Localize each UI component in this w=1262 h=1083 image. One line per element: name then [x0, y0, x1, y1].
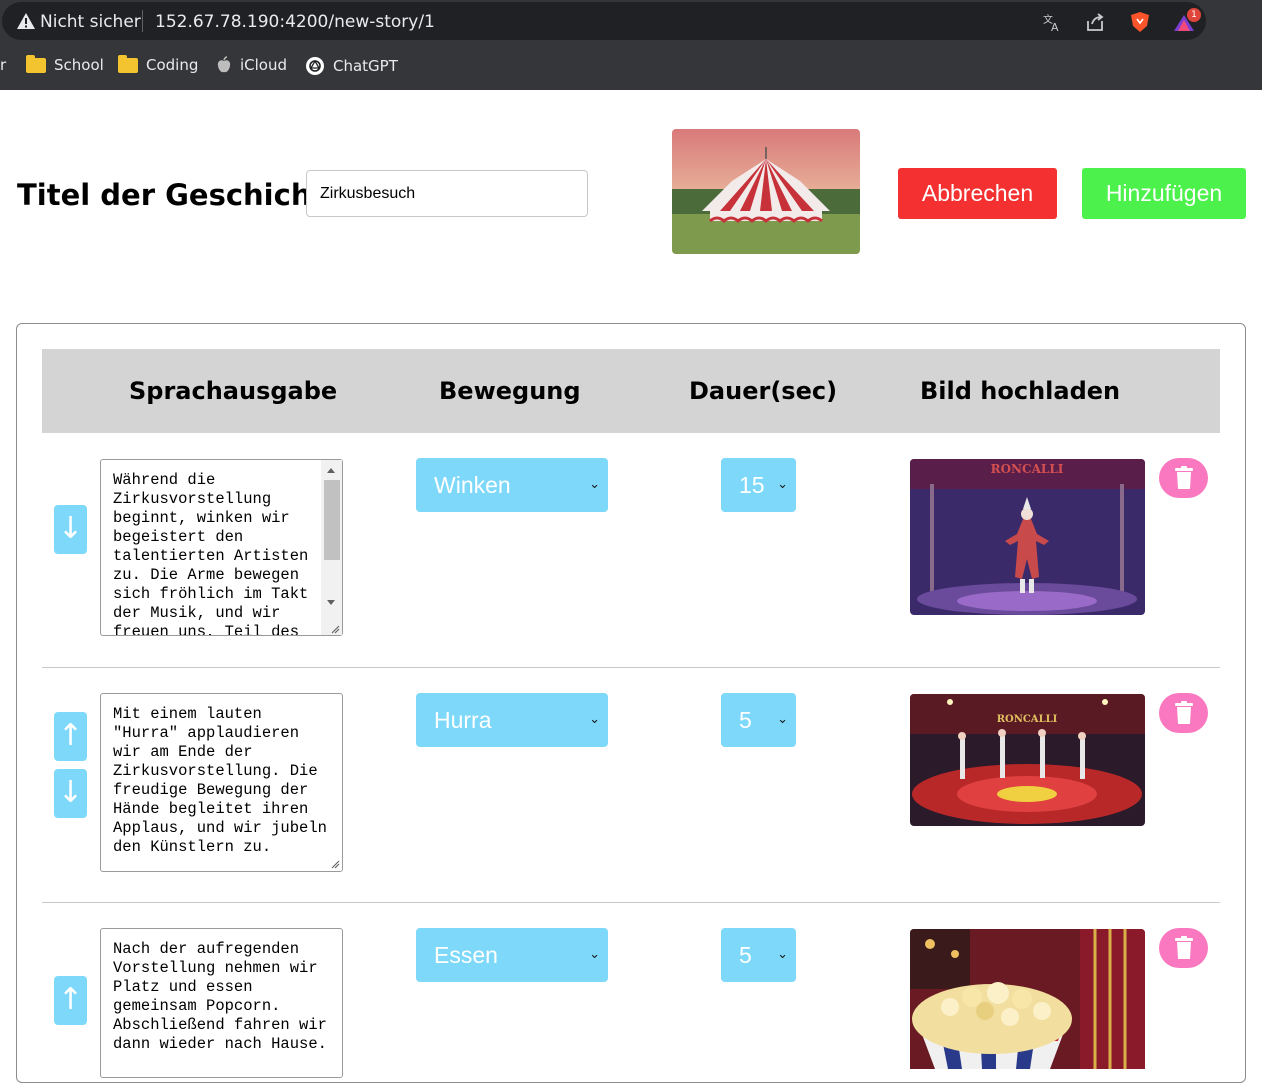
chatgpt-icon [306, 57, 324, 75]
bookmark-chatgpt[interactable]: ChatGPT [305, 56, 398, 76]
move-up-button[interactable]: ↑ [54, 976, 87, 1025]
address-bar[interactable]: Nicht sicher 152.67.78.190:4200/new-stor… [2, 2, 1206, 40]
textarea-scrollbar[interactable] [321, 460, 342, 635]
delete-row-button[interactable] [1159, 458, 1208, 498]
column-header-image: Bild hochladen [920, 377, 1121, 405]
scroll-down-arrow[interactable] [327, 600, 335, 605]
trash-icon [1174, 701, 1193, 724]
speech-textarea[interactable]: Nach der aufregenden Vorstellung nehmen … [100, 928, 343, 1078]
delete-row-button[interactable] [1159, 928, 1208, 968]
column-header-speech: Sprachausgabe [129, 377, 338, 405]
speech-textarea[interactable]: Mit einem lauten "Hurra" applaudieren wi… [100, 693, 343, 872]
add-button[interactable]: Hinzufügen [1082, 168, 1246, 219]
row-image-clown[interactable]: RONCALLI [910, 459, 1145, 615]
url-separator [142, 10, 143, 32]
row-divider [42, 902, 1220, 903]
scroll-up-arrow[interactable] [327, 468, 335, 473]
cancel-button[interactable]: Abbrechen [898, 168, 1057, 219]
delete-row-button[interactable] [1159, 693, 1208, 733]
row-image-circus-ring[interactable]: RONCALLI [910, 694, 1145, 826]
svg-text:A: A [1051, 21, 1059, 33]
row-image-popcorn[interactable] [910, 929, 1145, 1069]
bookmark-item[interactable]: r [0, 56, 6, 74]
image-sign-text: RONCALLI [991, 462, 1064, 476]
column-header-duration: Dauer(sec) [689, 377, 838, 405]
cover-image[interactable] [672, 129, 860, 254]
url-text[interactable]: 152.67.78.190:4200/new-story/1 [155, 12, 435, 32]
chevron-down-icon: ⌄ [589, 947, 600, 962]
resize-grip-icon[interactable] [330, 859, 340, 869]
movement-select[interactable]: Winken ⌄ [416, 458, 608, 512]
movement-select[interactable]: Essen ⌄ [416, 928, 608, 982]
security-label[interactable]: Nicht sicher [40, 12, 141, 32]
duration-select[interactable]: 15 ⌄ [721, 458, 796, 512]
move-down-button[interactable]: ↓ [54, 769, 87, 818]
bookmark-icloud[interactable]: iCloud [216, 56, 287, 74]
trash-icon [1174, 466, 1193, 489]
column-header-movement: Bewegung [439, 377, 581, 405]
scroll-thumb[interactable] [324, 480, 340, 560]
brave-shield-icon[interactable] [1129, 11, 1151, 33]
story-title-input[interactable] [306, 170, 588, 217]
rewards-badge: 1 [1187, 8, 1201, 22]
chevron-down-icon: ⌄ [777, 947, 788, 962]
movement-select-value: Essen [434, 942, 498, 968]
folder-icon [26, 54, 46, 73]
duration-select[interactable]: 5 ⌄ [721, 928, 796, 982]
duration-select-value: 15 [739, 472, 765, 498]
page-title: Titel der Geschichte [17, 178, 345, 212]
folder-icon [118, 54, 138, 73]
bookmark-label: Coding [146, 56, 199, 74]
move-down-button[interactable]: ↓ [54, 505, 87, 554]
duration-select-value: 5 [739, 707, 752, 733]
resize-grip-icon[interactable] [330, 624, 340, 634]
chevron-down-icon: ⌄ [589, 477, 600, 492]
bookmark-label: School [54, 56, 104, 74]
move-up-button[interactable]: ↑ [54, 712, 87, 761]
row-divider [42, 667, 1220, 668]
movement-select-value: Winken [434, 472, 511, 498]
bookmarks-bar: r School Coding iCloud ChatGPT [0, 52, 1262, 78]
duration-select[interactable]: 5 ⌄ [721, 693, 796, 747]
movement-select-value: Hurra [434, 707, 492, 733]
bookmark-label: r [0, 56, 7, 74]
duration-select-value: 5 [739, 942, 752, 968]
trash-icon [1174, 936, 1193, 959]
bookmark-label: ChatGPT [333, 57, 398, 75]
warning-icon [17, 13, 35, 29]
browser-chrome: Nicht sicher 152.67.78.190:4200/new-stor… [0, 0, 1262, 90]
chevron-down-icon: ⌄ [774, 458, 788, 512]
image-sign-text: RONCALLI [997, 714, 1058, 725]
translate-icon[interactable]: 文A [1041, 11, 1063, 34]
movement-select[interactable]: Hurra ⌄ [416, 693, 608, 747]
chevron-down-icon: ⌄ [589, 712, 600, 727]
apple-icon [217, 56, 231, 73]
chevron-down-icon: ⌄ [777, 712, 788, 727]
speech-textarea[interactable]: Während die Zirkusvorstellung beginnt, w… [100, 459, 343, 636]
bookmark-coding[interactable]: Coding [118, 54, 199, 74]
share-icon[interactable] [1084, 11, 1106, 33]
bookmark-label: iCloud [240, 56, 288, 74]
bookmark-school[interactable]: School [26, 54, 104, 74]
